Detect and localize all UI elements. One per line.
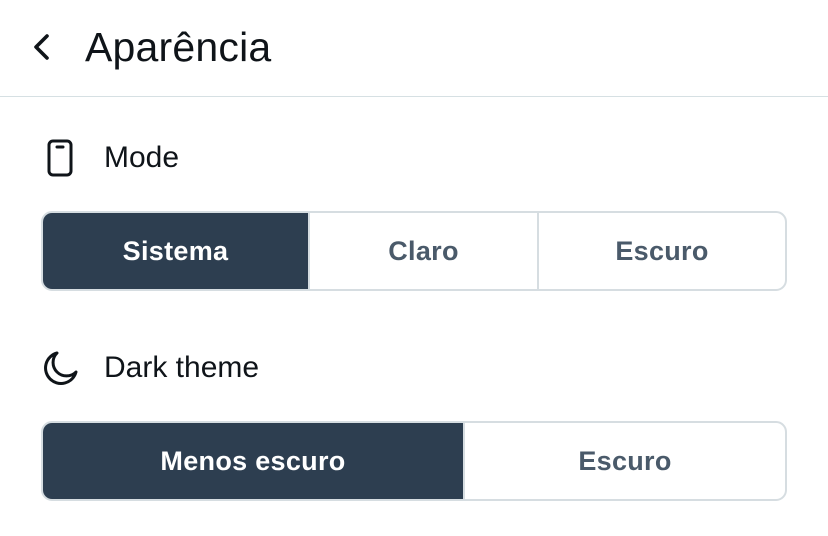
page-title: Aparência — [85, 24, 272, 70]
chevron-left-icon — [34, 34, 49, 60]
dark-theme-option-menos-escuro[interactable]: Menos escuro — [43, 423, 463, 499]
mode-segmented-control: Sistema Claro Escuro — [41, 211, 787, 291]
phone-icon — [40, 138, 80, 178]
moon-icon — [40, 348, 80, 388]
mode-label-row: Mode — [40, 136, 179, 180]
appearance-settings-page: Aparência Mode Sistema Claro Escuro Dark… — [0, 0, 828, 536]
dark-theme-label-row: Dark theme — [40, 346, 259, 390]
back-button[interactable] — [22, 24, 62, 70]
mode-option-sistema[interactable]: Sistema — [43, 213, 308, 289]
dark-theme-segmented-control: Menos escuro Escuro — [41, 421, 787, 501]
dark-theme-label: Dark theme — [104, 351, 260, 384]
dark-theme-option-escuro[interactable]: Escuro — [463, 423, 785, 499]
mode-option-claro[interactable]: Claro — [308, 213, 537, 289]
mode-option-escuro[interactable]: Escuro — [537, 213, 785, 289]
mode-label: Mode — [104, 141, 180, 174]
header: Aparência — [0, 0, 828, 97]
